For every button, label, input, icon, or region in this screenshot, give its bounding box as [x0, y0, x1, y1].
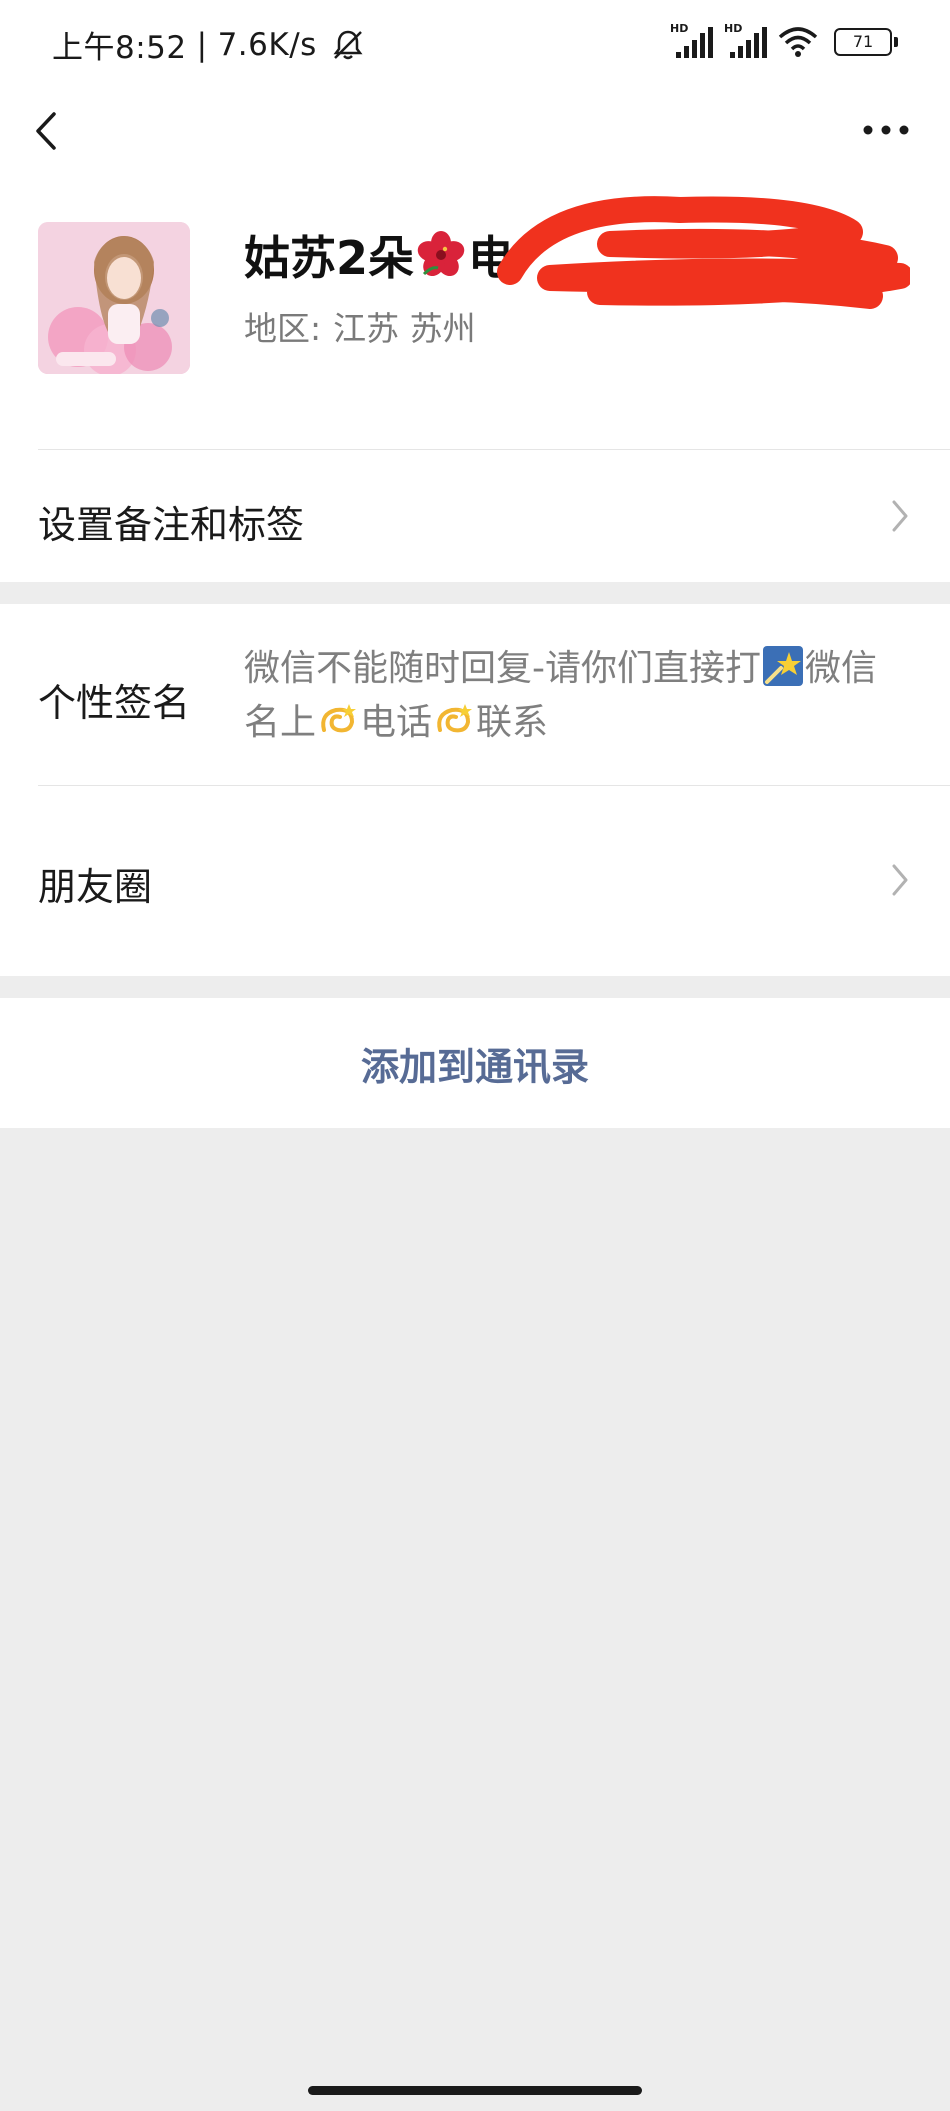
signal-2-icon: HD: [724, 22, 768, 60]
moments-label: 朋友圈: [38, 865, 153, 909]
avatar[interactable]: [38, 222, 190, 374]
status-bar: 上午8:52 | 7.6K/s HD HD 71: [0, 0, 950, 90]
signature-text: 微信不能随时回复-请你们直接打 微信名上 电话 联系: [244, 642, 904, 750]
bell-muted-icon: [333, 30, 363, 59]
battery-icon: 71: [834, 28, 898, 56]
signal-1-icon: HD: [670, 22, 714, 60]
dizzy-emoji-icon: [321, 704, 357, 733]
signature-part-1: 微信不能随时回复-请你们直接打: [244, 648, 761, 689]
more-options-icon[interactable]: [862, 122, 910, 138]
hibiscus-emoji-icon: [417, 231, 465, 277]
signature-part-4: 联系: [476, 702, 549, 743]
add-to-contacts-button[interactable]: 添加到通讯录: [0, 998, 950, 1128]
hd-label-2: HD: [724, 22, 743, 35]
home-indicator[interactable]: [308, 2086, 642, 2095]
dizzy-emoji-icon-2: [437, 704, 473, 733]
profile-name: 姑苏2朵 电: [244, 222, 514, 288]
status-left: 上午8:52 | 7.6K/s: [52, 22, 365, 67]
region-value: 江苏 苏州: [333, 309, 476, 348]
moments-row[interactable]: 朋友圈: [0, 786, 950, 976]
hd-label-1: HD: [670, 22, 689, 35]
status-right: HD HD 71: [670, 22, 898, 60]
status-time: 上午8:52: [52, 30, 187, 66]
signature-row: 个性签名 微信不能随时回复-请你们直接打 微信名上 电话 联系: [0, 604, 950, 786]
action-row: 添加到通讯录: [0, 998, 950, 1128]
chevron-right-icon: [892, 864, 908, 896]
profile-header: 姑苏2朵 电 地区: 江苏 苏州: [0, 170, 950, 450]
nav-bar: [0, 90, 950, 170]
network-speed: 7.6K/s: [217, 26, 317, 63]
region-label: 地区:: [244, 309, 322, 348]
set-remark-and-tags-row[interactable]: 设置备注和标签: [0, 450, 950, 582]
chevron-right-icon: [892, 500, 908, 532]
redaction-scribble: [497, 196, 910, 309]
signature-label: 个性签名: [38, 681, 191, 725]
remark-label: 设置备注和标签: [38, 503, 305, 547]
profile-name-text: 姑苏2朵: [244, 231, 415, 285]
signature-part-3: 电话: [360, 702, 433, 743]
shooting-star-emoji-icon: [763, 646, 803, 686]
wifi-icon: [778, 27, 818, 57]
back-arrow-icon[interactable]: [30, 106, 66, 156]
avatar-photo: [38, 222, 190, 374]
status-separator: |: [196, 26, 208, 63]
profile-region: 地区: 江苏 苏州: [244, 302, 476, 350]
